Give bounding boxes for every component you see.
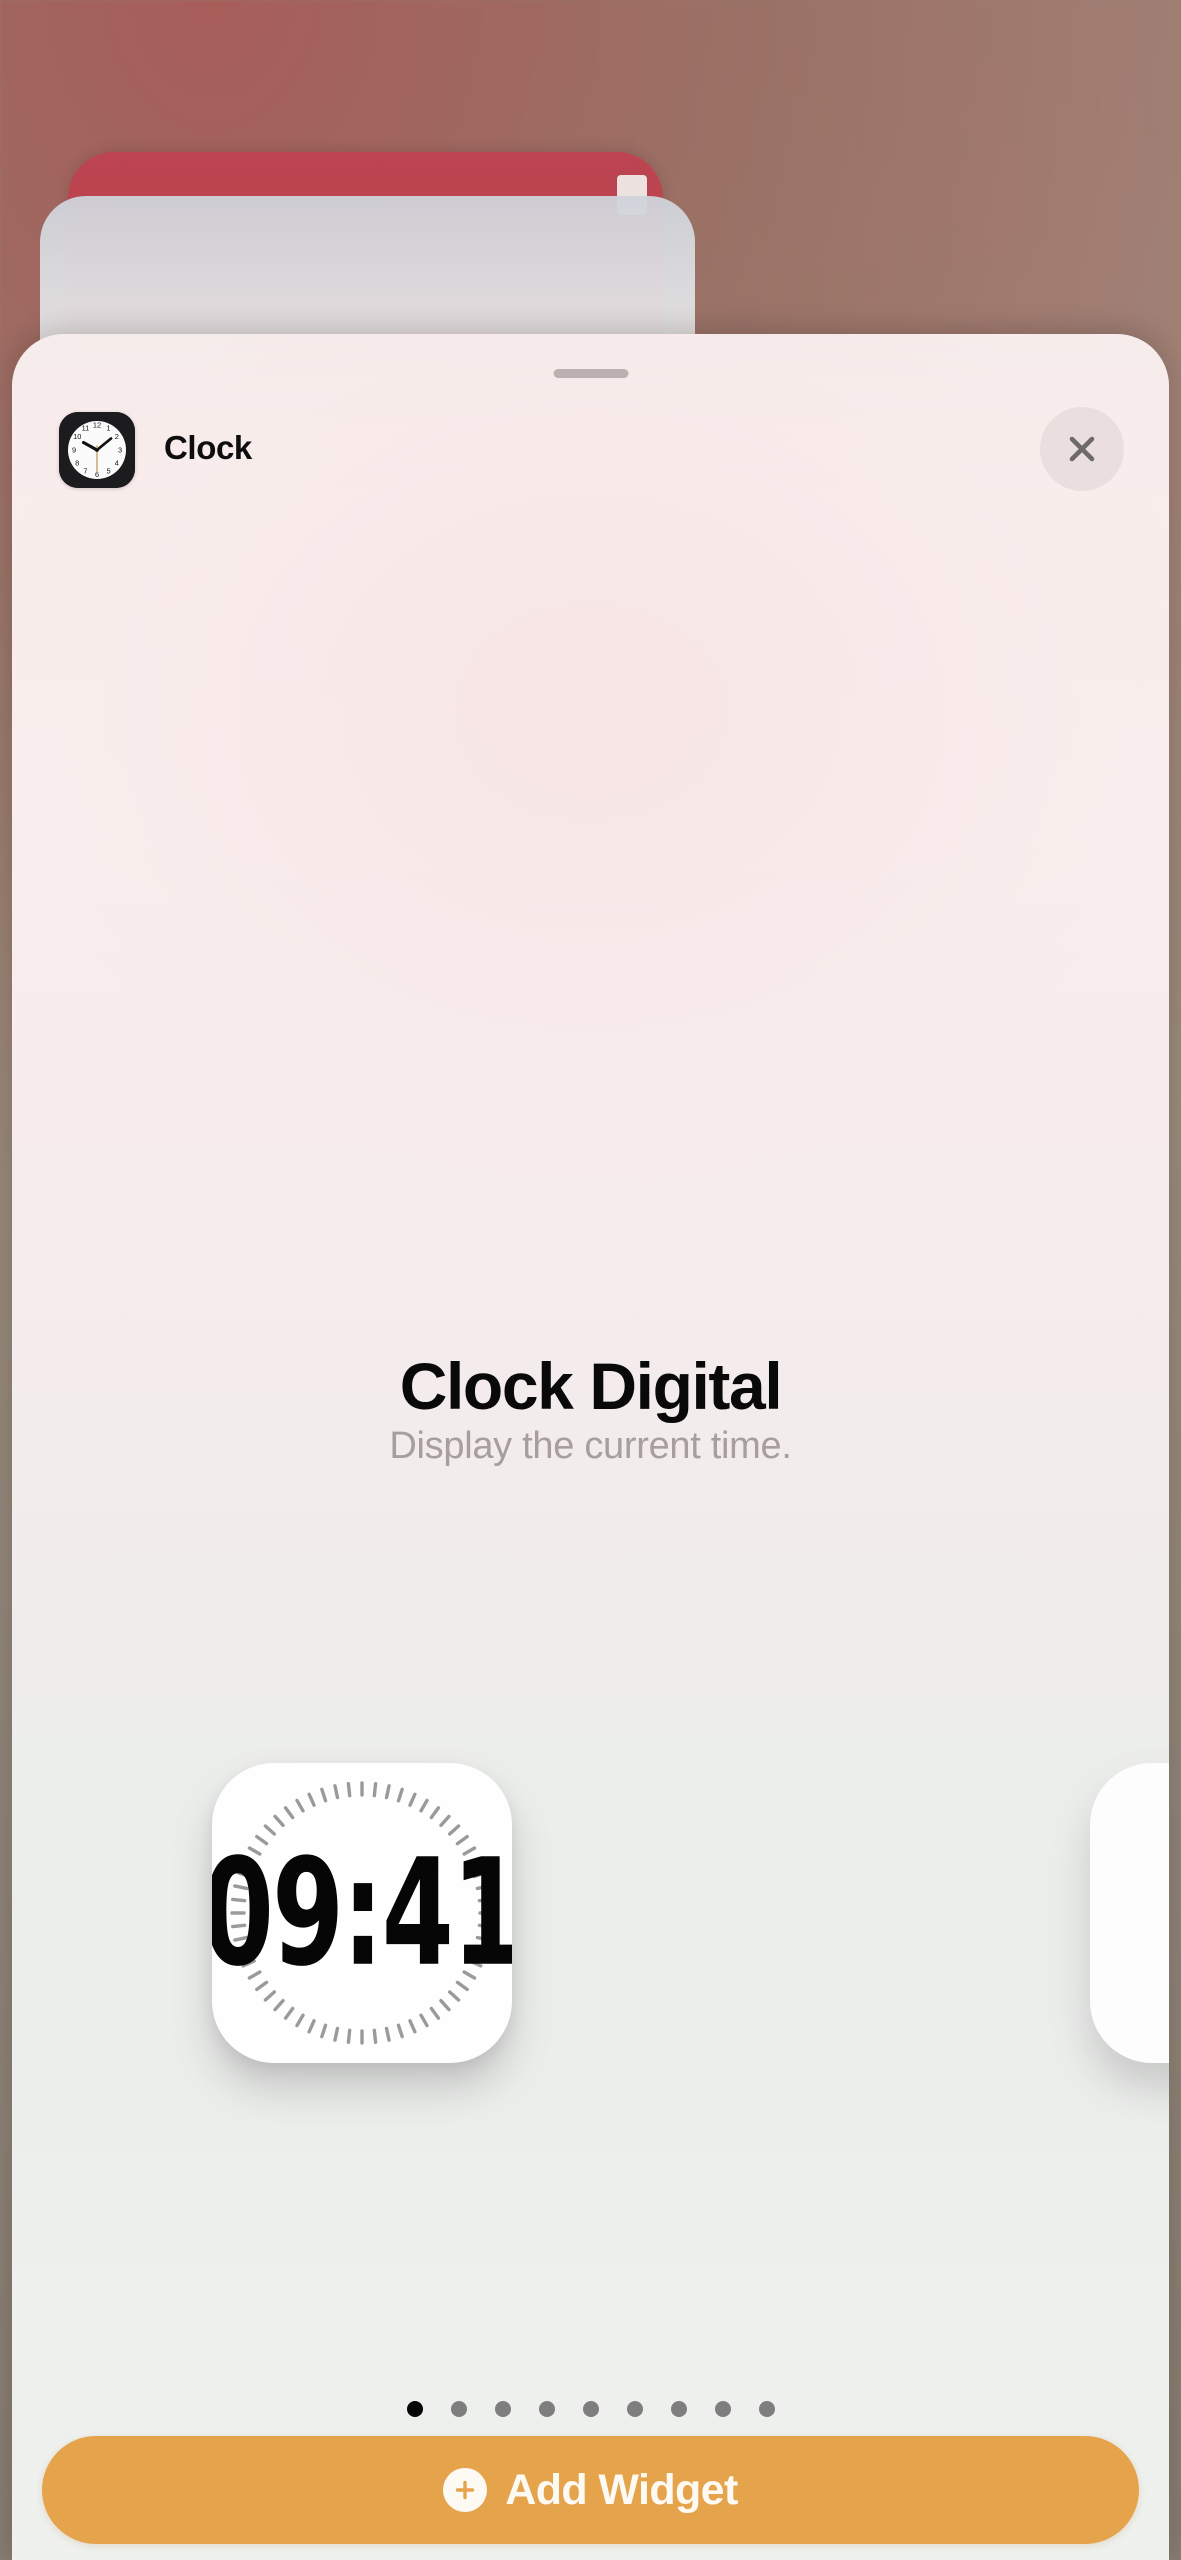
app-name-label: Clock [164, 429, 252, 466]
widget-preview-card-next[interactable] [1090, 1763, 1169, 2063]
page-dot[interactable] [406, 2401, 423, 2417]
page-dot[interactable] [494, 2401, 511, 2417]
svg-text:12: 12 [93, 420, 101, 429]
svg-text:5: 5 [107, 467, 111, 476]
page-indicator[interactable] [12, 2401, 1169, 2417]
sheet-gradient-overlay [12, 334, 1169, 1514]
svg-text:4: 4 [115, 458, 119, 467]
page-dot[interactable] [758, 2401, 775, 2417]
sheet-header: 12 1 2 3 4 5 6 7 8 9 10 11 Clock [12, 334, 1169, 491]
svg-text:1: 1 [107, 424, 111, 433]
page-dot[interactable] [670, 2401, 687, 2417]
widget-detail-sheet: 12 1 2 3 4 5 6 7 8 9 10 11 Clock Clock D… [12, 334, 1169, 2560]
widget-preview-carousel[interactable]: 09:41 [12, 1430, 1169, 2063]
close-button[interactable] [1040, 407, 1124, 491]
svg-text:11: 11 [82, 424, 90, 433]
page-dot[interactable] [538, 2401, 555, 2417]
svg-text:2: 2 [115, 432, 119, 441]
page-dot[interactable] [582, 2401, 599, 2417]
widget-preview-card[interactable]: 09:41 [212, 1763, 512, 2063]
widget-time-value: 09:41 [212, 1827, 512, 1999]
plus-circle-icon [443, 2468, 488, 2512]
widget-title: Clock Digital [399, 1349, 783, 1423]
svg-text:8: 8 [75, 458, 79, 467]
page-dot[interactable] [714, 2401, 731, 2417]
svg-text:7: 7 [83, 467, 87, 476]
clock-app-icon: 12 1 2 3 4 5 6 7 8 9 10 11 [59, 412, 135, 488]
svg-text:10: 10 [73, 432, 81, 441]
add-widget-label: Add Widget [505, 2465, 738, 2514]
add-widget-button[interactable]: Add Widget [42, 2436, 1139, 2544]
close-icon [1069, 436, 1095, 462]
svg-text:9: 9 [72, 446, 76, 455]
page-dot[interactable] [450, 2401, 467, 2417]
svg-text:3: 3 [118, 446, 122, 455]
page-dot[interactable] [626, 2401, 643, 2417]
